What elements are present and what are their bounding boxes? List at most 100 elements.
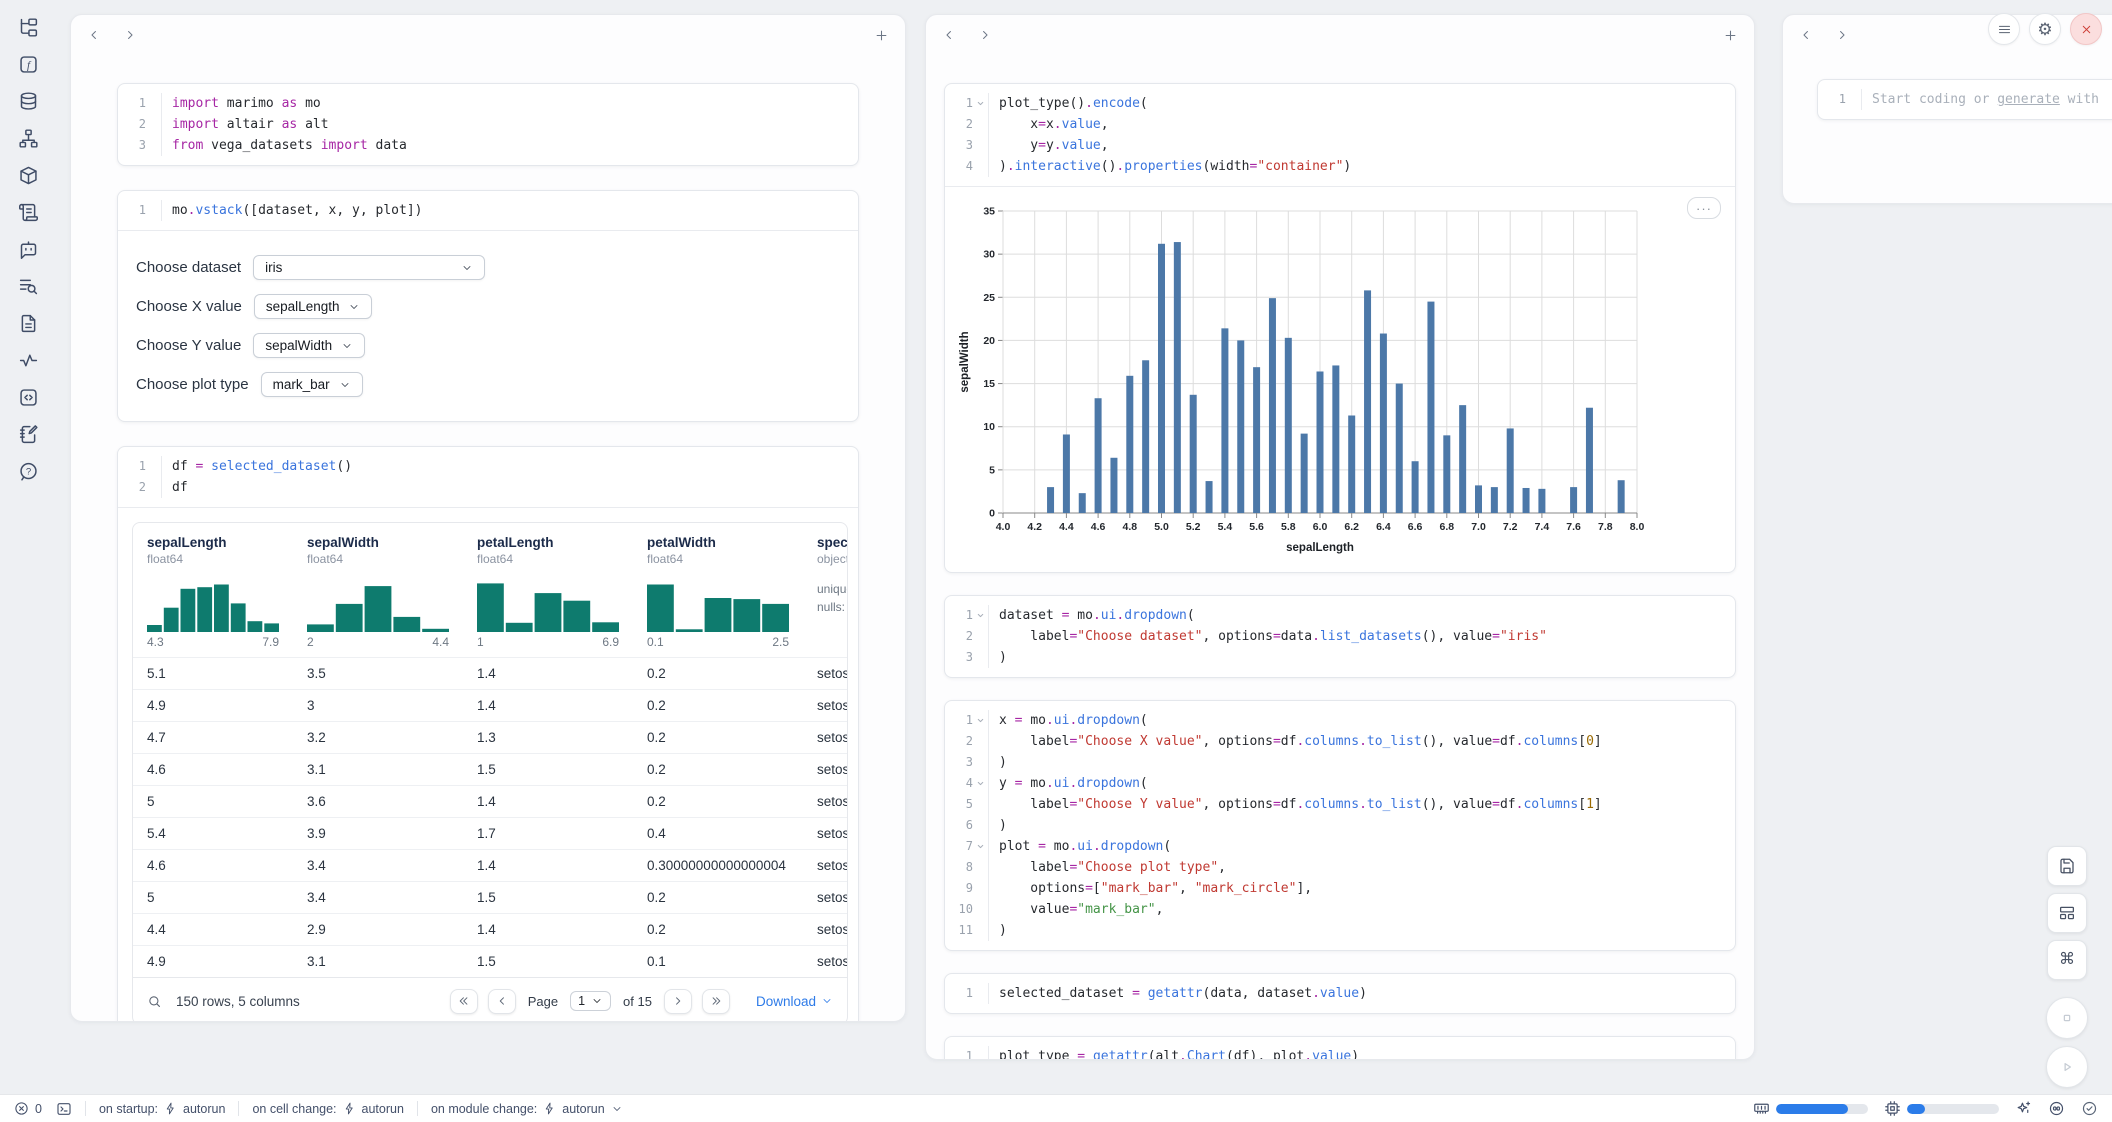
- shutdown-button[interactable]: [2070, 13, 2102, 45]
- save-button[interactable]: [2047, 846, 2087, 886]
- code-line[interactable]: 3from vega_datasets import data: [118, 135, 848, 156]
- column-header-petalWidth[interactable]: petalWidthfloat640.12.5: [633, 523, 803, 657]
- last-page-button[interactable]: [702, 989, 730, 1014]
- add-column-button[interactable]: [874, 28, 889, 43]
- next-page-button[interactable]: [664, 989, 692, 1014]
- table-row[interactable]: 4.93.11.50.1setosa: [133, 945, 847, 977]
- sidebar-variables-button[interactable]: f: [11, 51, 45, 78]
- search-icon[interactable]: [147, 994, 162, 1009]
- code-line[interactable]: 8 label="Choose plot type",: [945, 857, 1725, 878]
- code-line[interactable]: 3 y=y.value,: [945, 135, 1725, 156]
- cell-dataframe[interactable]: 1df = selected_dataset()2df sepalLengthf…: [117, 446, 859, 1022]
- code-line[interactable]: 11): [945, 920, 1725, 941]
- keyboard-shortcuts-button[interactable]: ⌘: [2047, 940, 2087, 980]
- sidebar-dependencies-button[interactable]: [11, 125, 45, 152]
- column-move-left-button[interactable]: [942, 28, 956, 42]
- dropdown-select[interactable]: sepalLength: [254, 294, 373, 319]
- sidebar-logs-button[interactable]: [11, 273, 45, 300]
- dropdown-select[interactable]: iris: [253, 255, 485, 280]
- runmode-1[interactable]: on startup:autorun: [99, 1102, 225, 1116]
- ram-usage[interactable]: [1753, 1100, 1868, 1117]
- sidebar-documentation-button[interactable]: [11, 310, 45, 337]
- column-header-sepalWidth[interactable]: sepalWidthfloat6424.4: [293, 523, 463, 657]
- code-line[interactable]: 2import altair as alt: [118, 114, 848, 135]
- code-line[interactable]: 2 label="Choose dataset", options=data.l…: [945, 626, 1725, 647]
- dropdown-select[interactable]: mark_bar: [261, 372, 363, 397]
- table-row[interactable]: 4.63.41.40.30000000000000004setosa: [133, 849, 847, 881]
- sidebar-help-button[interactable]: ?: [11, 458, 45, 485]
- menu-button[interactable]: [1988, 13, 2020, 45]
- column-move-right-button[interactable]: [978, 28, 992, 42]
- code-line[interactable]: 1x = mo.ui.dropdown(: [945, 710, 1725, 731]
- cell-plot[interactable]: 1plot_type().encode(2 x=x.value,3 y=y.va…: [944, 83, 1736, 573]
- runmode-3[interactable]: on module change:autorun: [431, 1102, 623, 1116]
- column-histogram[interactable]: [647, 578, 789, 632]
- sidebar-datasources-button[interactable]: [11, 88, 45, 115]
- runmode-2[interactable]: on cell change:autorun: [252, 1102, 404, 1116]
- column-header-sepalLength[interactable]: sepalLengthfloat644.37.9: [133, 523, 293, 657]
- bar-chart[interactable]: 051015202530354.04.24.44.64.85.05.25.45.…: [957, 199, 1729, 564]
- cpu-usage[interactable]: [1884, 1100, 1999, 1117]
- cell-xy-plot-dropdowns[interactable]: 1x = mo.ui.dropdown(2 label="Choose X va…: [944, 700, 1736, 951]
- fold-chevron-icon[interactable]: [973, 710, 988, 731]
- copilot-icon[interactable]: [2048, 1100, 2065, 1117]
- column-move-right-button[interactable]: [1835, 28, 1849, 42]
- table-row[interactable]: 4.73.21.30.2setosa: [133, 721, 847, 753]
- cell-vstack[interactable]: 1mo.vstack([dataset, x, y, plot]) Choose…: [117, 190, 859, 422]
- fold-chevron-icon[interactable]: [973, 773, 988, 794]
- ai-sparkles-icon[interactable]: [2015, 1100, 2032, 1117]
- table-row[interactable]: 5.43.91.70.4setosa: [133, 817, 847, 849]
- cell-imports[interactable]: 1import marimo as mo2import altair as al…: [117, 83, 859, 166]
- sidebar-chat-button[interactable]: [11, 236, 45, 263]
- chart-options-button[interactable]: ···: [1687, 197, 1721, 219]
- code-line[interactable]: 7plot = mo.ui.dropdown(: [945, 836, 1725, 857]
- cell-dataset-dropdown[interactable]: 1dataset = mo.ui.dropdown(2 label="Choos…: [944, 595, 1736, 678]
- code-line[interactable]: 2 x=x.value,: [945, 114, 1725, 135]
- column-move-right-button[interactable]: [123, 28, 137, 42]
- sidebar-snippets-button[interactable]: [11, 384, 45, 411]
- sidebar-packages-button[interactable]: [11, 162, 45, 189]
- code-line[interactable]: 4).interactive().properties(width="conta…: [945, 156, 1725, 177]
- code-line[interactable]: 1mo.vstack([dataset, x, y, plot]): [118, 200, 848, 221]
- first-page-button[interactable]: [450, 989, 478, 1014]
- empty-cell[interactable]: 1 Start coding or generate with: [1817, 79, 2112, 120]
- add-column-button[interactable]: [1723, 28, 1738, 43]
- code-line[interactable]: 5 label="Choose Y value", options=df.col…: [945, 794, 1725, 815]
- code-line[interactable]: 1selected_dataset = getattr(data, datase…: [945, 983, 1725, 1004]
- dropdown-select[interactable]: sepalWidth: [253, 333, 365, 358]
- page-select[interactable]: 1: [570, 991, 611, 1011]
- code-line[interactable]: 1plot_type = getattr(alt.Chart(df), plot…: [945, 1046, 1725, 1060]
- layout-button[interactable]: [2047, 893, 2087, 933]
- download-button[interactable]: Download: [756, 994, 833, 1009]
- prev-page-button[interactable]: [488, 989, 516, 1014]
- cell-selected-dataset[interactable]: 1selected_dataset = getattr(data, datase…: [944, 973, 1736, 1014]
- errors-indicator[interactable]: 0: [14, 1101, 42, 1116]
- fold-chevron-icon[interactable]: [973, 93, 988, 114]
- table-row[interactable]: 5.13.51.40.2setosa: [133, 657, 847, 689]
- code-line[interactable]: 1plot_type().encode(: [945, 93, 1725, 114]
- code-line[interactable]: 6): [945, 815, 1725, 836]
- code-line[interactable]: 1import marimo as mo: [118, 93, 848, 114]
- fold-chevron-icon[interactable]: [973, 836, 988, 857]
- code-line[interactable]: 9 options=["mark_bar", "mark_circle"],: [945, 878, 1725, 899]
- column-histogram[interactable]: [147, 578, 279, 632]
- column-histogram[interactable]: [307, 578, 449, 632]
- code-line[interactable]: 10 value="mark_bar",: [945, 899, 1725, 920]
- fold-chevron-icon[interactable]: [973, 605, 988, 626]
- table-row[interactable]: 4.42.91.40.2setosa: [133, 913, 847, 945]
- code-line[interactable]: 3): [945, 752, 1725, 773]
- column-histogram[interactable]: [477, 578, 619, 632]
- column-header-petalLength[interactable]: petalLengthfloat6416.9: [463, 523, 633, 657]
- table-row[interactable]: 53.41.50.2setosa: [133, 881, 847, 913]
- code-line[interactable]: 1df = selected_dataset(): [118, 456, 848, 477]
- terminal-button[interactable]: [56, 1101, 72, 1117]
- table-row[interactable]: 4.931.40.2setosa: [133, 689, 847, 721]
- table-row[interactable]: 4.63.11.50.2setosa: [133, 753, 847, 785]
- sidebar-tracing-button[interactable]: [11, 347, 45, 374]
- settings-button[interactable]: ⚙: [2029, 13, 2061, 45]
- column-move-left-button[interactable]: [1799, 28, 1813, 42]
- code-line[interactable]: 2df: [118, 477, 848, 498]
- sidebar-scratchpad-button[interactable]: [11, 421, 45, 448]
- column-move-left-button[interactable]: [87, 28, 101, 42]
- column-header-species[interactable]: speciesobjectunique:nulls:: [803, 523, 848, 657]
